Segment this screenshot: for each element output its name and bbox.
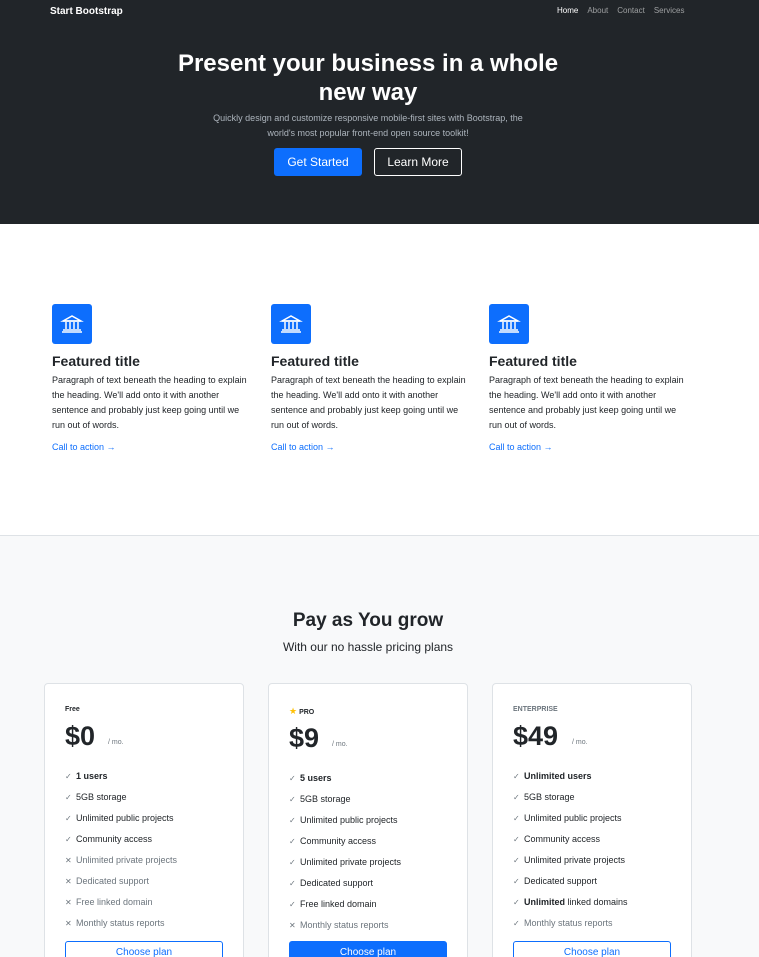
nav-contact[interactable]: Contact — [617, 5, 645, 17]
check-icon: ✓ — [65, 772, 72, 781]
plan-price: $9 — [289, 723, 320, 753]
bank-icon — [52, 304, 92, 344]
list-item: ✓ Community access — [513, 829, 628, 850]
list-item: ✓ 5GB storage — [513, 787, 628, 808]
nav-links: Home About Contact Services — [557, 5, 685, 17]
list-item: ✓ Unlimited users — [513, 766, 628, 787]
list-item: ✓ Monthly status reports — [513, 913, 628, 934]
feature-text: Paragraph of text beneath the heading to… — [271, 375, 466, 430]
x-icon: ✕ — [65, 877, 72, 886]
hero-lead: Quickly design and customize responsive … — [213, 113, 523, 138]
feature-title: Featured title — [489, 353, 577, 369]
x-icon: ✕ — [65, 919, 72, 928]
check-icon: ✓ — [513, 814, 520, 823]
feature-text: Paragraph of text beneath the heading to… — [489, 375, 684, 430]
list-item: ✓ Unlimited public projects — [65, 808, 177, 829]
plan-price: $49 — [513, 721, 559, 751]
choose-plan-button[interactable]: Choose plan — [289, 941, 447, 957]
list-item: ✓ 5GB storage — [65, 787, 177, 808]
call-to-action-link[interactable]: Call to action → — [52, 441, 252, 453]
feature-title: Featured title — [52, 353, 140, 369]
feature-text: Paragraph of text beneath the heading to… — [52, 375, 247, 430]
check-icon: ✓ — [289, 774, 296, 783]
list-item: ✓ Dedicated support — [289, 873, 401, 894]
list-item: ✕ Free linked domain — [65, 892, 177, 913]
check-icon: ✓ — [513, 793, 520, 802]
check-icon: ✓ — [513, 898, 520, 907]
hero-title: Present your business in a whole new way — [177, 50, 559, 106]
plan-features-list: ✓ Unlimited users ✓ 5GB storage ✓ Unlimited… — [513, 766, 628, 934]
feature-column: Featured title Paragraph of text beneath… — [489, 304, 689, 453]
pricing-subtitle: With our no hassle pricing plans — [282, 640, 454, 654]
list-item: ✕ Monthly status reports — [65, 913, 177, 934]
list-item: ✓ 1 users — [65, 766, 177, 787]
check-icon: ✓ — [289, 816, 296, 825]
call-to-action-link[interactable]: Call to action → — [271, 441, 471, 453]
check-icon: ✓ — [513, 772, 520, 781]
feature-column: Featured title Paragraph of text beneath… — [271, 304, 471, 453]
nav-home[interactable]: Home — [557, 5, 578, 17]
check-icon: ✓ — [65, 835, 72, 844]
nav-services[interactable]: Services — [654, 5, 685, 17]
list-item: ✓ Unlimited public projects — [513, 808, 628, 829]
pricing-card-pro: ★ PRO $9 / mo. ✓ 5 users ✓ 5GB storage ✓ Unl… — [268, 683, 468, 957]
hero-section: Start Bootstrap Home About Contact Servi… — [0, 0, 759, 224]
list-item: ✓ Dedicated support — [513, 871, 628, 892]
pricing-card-free: Free $0 / mo. ✓ 1 users ✓ 5GB storage ✓ Unl… — [44, 683, 244, 957]
feature-column: Featured title Paragraph of text beneath… — [52, 304, 252, 453]
brand-link[interactable]: Start Bootstrap — [50, 5, 123, 19]
list-item: ✓ Community access — [65, 829, 177, 850]
list-item: ✕ Monthly status reports — [289, 915, 401, 936]
list-item: ✓ Unlimited private projects — [513, 850, 628, 871]
list-item: ✓ Free linked domain — [289, 894, 401, 915]
x-icon: ✕ — [65, 856, 72, 865]
list-item: ✓ 5GB storage — [289, 789, 401, 810]
plan-name: ★ PRO — [289, 706, 315, 717]
check-icon: ✓ — [513, 919, 520, 928]
plan-period: / mo. — [108, 739, 124, 746]
check-icon: ✓ — [65, 793, 72, 802]
check-icon: ✓ — [289, 900, 296, 909]
bank-icon — [271, 304, 311, 344]
list-item: ✓ Unlimited private projects — [289, 852, 401, 873]
check-icon: ✓ — [65, 814, 72, 823]
list-item: ✓ Unlimited public projects — [289, 810, 401, 831]
plan-features-list: ✓ 5 users ✓ 5GB storage ✓ Unlimited public … — [289, 768, 401, 936]
check-icon: ✓ — [513, 835, 520, 844]
feature-title: Featured title — [271, 353, 359, 369]
list-item: ✓ 5 users — [289, 768, 401, 789]
check-icon: ✓ — [289, 879, 296, 888]
bank-icon — [489, 304, 529, 344]
plan-period: / mo. — [572, 739, 588, 746]
check-icon: ✓ — [513, 856, 520, 865]
plan-period: / mo. — [332, 741, 348, 748]
x-icon: ✕ — [289, 921, 296, 930]
check-icon: ✓ — [289, 837, 296, 846]
plan-features-list: ✓ 1 users ✓ 5GB storage ✓ Unlimited public … — [65, 766, 177, 934]
check-icon: ✓ — [289, 795, 296, 804]
learn-more-button[interactable]: Learn More — [374, 148, 462, 176]
check-icon: ✓ — [289, 858, 296, 867]
plan-price: $0 — [65, 721, 96, 751]
plan-name: Free — [65, 706, 80, 713]
list-item: ✕ Dedicated support — [65, 871, 177, 892]
pricing-card-enterprise: ENTERPRISE $49 / mo. ✓ Unlimited users ✓ 5… — [492, 683, 692, 957]
list-item: ✓ Unlimited linked domains — [513, 892, 628, 913]
star-icon: ★ — [289, 706, 298, 716]
list-item: ✕ Unlimited private projects — [65, 850, 177, 871]
plan-name: ENTERPRISE — [513, 706, 558, 713]
choose-plan-button[interactable]: Choose plan — [513, 941, 671, 957]
x-icon: ✕ — [65, 898, 72, 907]
nav-about[interactable]: About — [587, 5, 608, 17]
pricing-title: Pay as You grow — [292, 610, 444, 631]
list-item: ✓ Community access — [289, 831, 401, 852]
choose-plan-button[interactable]: Choose plan — [65, 941, 223, 957]
call-to-action-link[interactable]: Call to action → — [489, 441, 689, 453]
check-icon: ✓ — [513, 877, 520, 886]
get-started-button[interactable]: Get Started — [274, 148, 362, 176]
